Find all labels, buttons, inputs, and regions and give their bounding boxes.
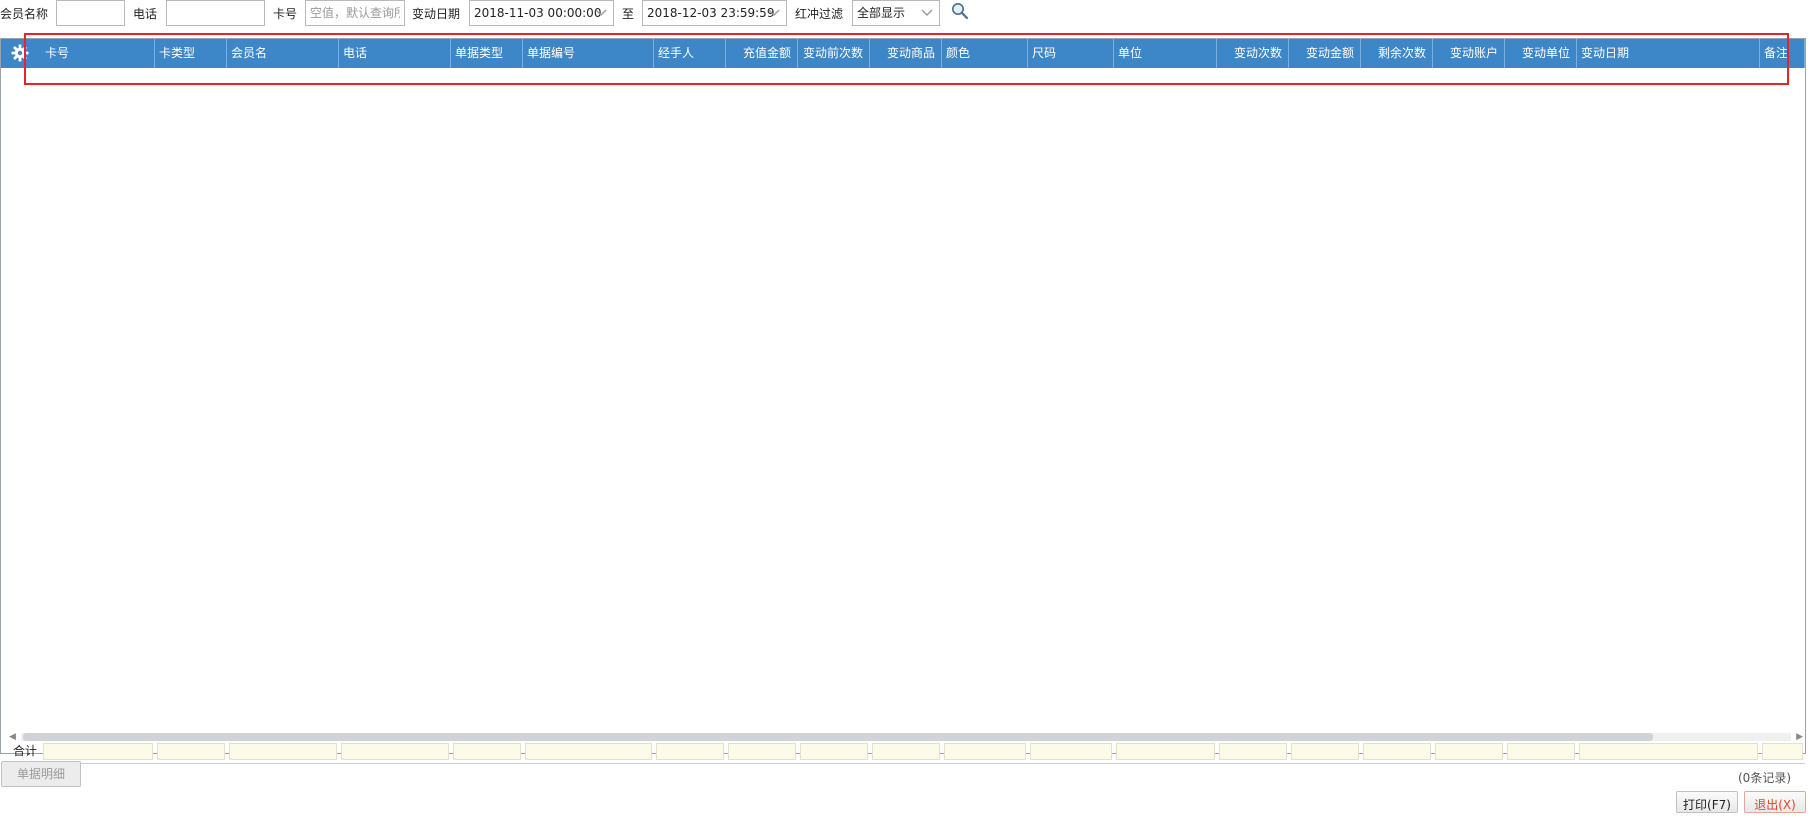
total-cell-change-count [1219, 743, 1287, 760]
date-to-label: 至 [622, 7, 635, 21]
column-header-handler[interactable]: 经手人 [654, 39, 726, 68]
total-cell-handler [656, 743, 724, 760]
records-grid: 卡号 卡类型 会员名 电话 单据类型 单据编号 经手人 充值金额 变动前次数 变动商品 颜色 尺码 单位… [0, 33, 1806, 785]
column-header-remain-count[interactable]: 剩余次数 [1361, 39, 1433, 68]
search-button[interactable] [950, 1, 972, 23]
date-to-picker[interactable]: 2018-12-03 23:59:59 [642, 0, 787, 26]
gear-icon [11, 44, 29, 62]
column-header-before-count[interactable]: 变动前次数 [798, 39, 870, 68]
chevron-down-icon [766, 1, 782, 25]
date-from-value: 2018-11-03 00:00:00 [474, 6, 602, 20]
total-cell-member [229, 743, 337, 760]
member-name-label: 会员名称 [0, 7, 49, 21]
total-cell-card-no [43, 743, 153, 760]
record-count: (0条记录) [1738, 771, 1791, 785]
chevron-down-icon [593, 1, 609, 25]
column-header-change-count[interactable]: 变动次数 [1217, 39, 1289, 68]
total-cell-account [1435, 743, 1503, 760]
total-cell-color [944, 743, 1026, 760]
total-cell-recharge [728, 743, 796, 760]
column-header-recharge[interactable]: 充值金额 [726, 39, 798, 68]
total-cell-doc-no [525, 743, 652, 760]
total-cell-size [1030, 743, 1112, 760]
total-cell-change-unit [1507, 743, 1575, 760]
grid-footer-divider [1, 763, 1805, 764]
total-cell-goods [872, 743, 940, 760]
reversal-filter-select[interactable]: 全部显示 [852, 0, 940, 26]
column-header-phone[interactable]: 电话 [339, 39, 451, 68]
column-header-change-amount[interactable]: 变动金额 [1289, 39, 1361, 68]
grid-header: 卡号 卡类型 会员名 电话 单据类型 单据编号 经手人 充值金额 变动前次数 变动商品 颜色 尺码 单位… [1, 39, 1805, 68]
phone-label: 电话 [133, 7, 158, 21]
reversal-filter-value: 全部显示 [857, 6, 906, 20]
totals-label: 合计 [13, 744, 38, 758]
totals-row: 合计 [1, 741, 1805, 761]
column-settings-button[interactable] [11, 44, 29, 62]
column-header-remark[interactable]: 备注 [1760, 39, 1805, 68]
exit-button[interactable]: 退出(X) [1744, 791, 1806, 813]
column-header-member[interactable]: 会员名 [227, 39, 339, 68]
total-cell-card-type [157, 743, 225, 760]
column-header-change-unit[interactable]: 变动单位 [1505, 39, 1577, 68]
document-detail-button[interactable]: 单据明细 [1, 761, 81, 787]
total-cell-change-amount [1291, 743, 1359, 760]
member-name-input[interactable] [56, 0, 125, 26]
total-cell-change-date [1579, 743, 1758, 760]
card-input[interactable] [305, 0, 405, 26]
column-header-card-no[interactable]: 卡号 [41, 39, 155, 68]
column-header-account[interactable]: 变动账户 [1433, 39, 1505, 68]
date-to-value: 2018-12-03 23:59:59 [647, 6, 775, 20]
total-cell-remark [1762, 743, 1803, 760]
column-header-change-date[interactable]: 变动日期 [1577, 39, 1760, 68]
column-header-doc-no[interactable]: 单据编号 [523, 39, 654, 68]
card-label: 卡号 [273, 7, 298, 21]
chevron-down-icon [919, 1, 935, 25]
column-header-size[interactable]: 尺码 [1028, 39, 1114, 68]
total-cell-before-count [800, 743, 868, 760]
reversal-filter-label: 红冲过滤 [795, 7, 844, 21]
total-cell-doc-type [453, 743, 521, 760]
print-button[interactable]: 打印(F7) [1676, 791, 1738, 813]
date-from-picker[interactable]: 2018-11-03 00:00:00 [469, 0, 614, 26]
total-cell-phone [341, 743, 449, 760]
total-cell-unit [1116, 743, 1215, 760]
column-header-doc-type[interactable]: 单据类型 [451, 39, 523, 68]
date-label: 变动日期 [412, 7, 461, 21]
column-header-unit[interactable]: 单位 [1114, 39, 1217, 68]
phone-input[interactable] [166, 0, 265, 26]
column-header-card-type[interactable]: 卡类型 [155, 39, 227, 68]
search-icon [952, 3, 969, 20]
scroll-thumb[interactable] [23, 733, 1653, 741]
column-header-goods[interactable]: 变动商品 [870, 39, 942, 68]
total-cell-remain-count [1363, 743, 1431, 760]
column-header-color[interactable]: 颜色 [942, 39, 1028, 68]
